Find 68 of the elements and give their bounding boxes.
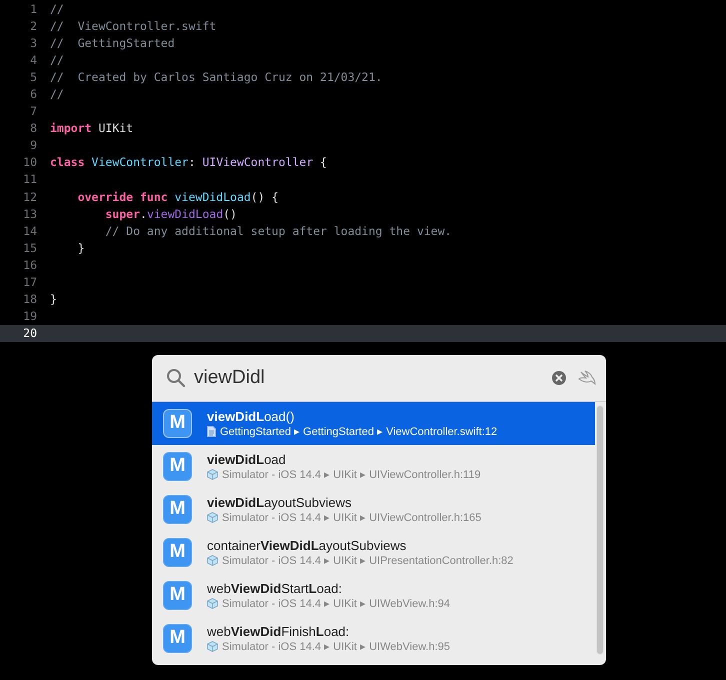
code-line: super.viewDidLoad()	[104, 206, 237, 223]
code-line: //	[50, 52, 64, 70]
result-title: webViewDidStartLoad:	[207, 580, 343, 596]
line-number: 18	[22, 290, 37, 308]
result-title: viewDidLoad	[207, 452, 287, 467]
result-title: viewDidLayoutSubviews	[207, 494, 353, 510]
line-number: 15	[22, 240, 37, 257]
result-location: Simulator - iOS 14.4 ▸ UIKit ▸ UIWebView.h:94	[222, 596, 450, 610]
result-row[interactable]: M viewDidLoad() GettingStarted ▸ GettingStarted ▸ ViewController.swift:12	[152, 402, 595, 445]
search-icon	[166, 368, 186, 388]
scrollbar[interactable]	[596, 404, 604, 655]
code-line: //	[50, 86, 64, 104]
search-field[interactable]: viewDidl	[194, 366, 544, 389]
result-location: Simulator - iOS 14.4 ▸ UIKit ▸ UIViewController.h:119	[222, 468, 481, 481]
code-line: }	[50, 290, 57, 308]
line-number: 9	[29, 137, 37, 154]
result-title: containerViewDidLayoutSubviews	[207, 538, 408, 553]
code-line: override func viewDidLoad() {	[76, 188, 278, 206]
line-number: 14	[22, 222, 37, 240]
code-line: // Do any additional setup after loading the view.	[104, 222, 452, 240]
line-number: 7	[29, 103, 37, 120]
method-icon: M	[163, 624, 192, 653]
line-number: 6	[29, 86, 37, 104]
line-number: 19	[22, 308, 37, 325]
line-number: 2	[29, 18, 37, 36]
result-location: Simulator - iOS 14.4 ▸ UIKit ▸ UIPresentationController.h:82	[222, 554, 514, 567]
code-line: //	[50, 1, 64, 18]
result-row[interactable]: M webViewDidFinishLoad: Simulator - iOS 14.4 ▸ UIKit ▸ UIWebView.h:95	[152, 616, 595, 660]
package-icon	[207, 468, 218, 480]
line-number: 17	[22, 274, 37, 291]
package-icon	[207, 640, 218, 652]
bird-icon[interactable]	[578, 370, 596, 386]
result-row[interactable]: M containerViewDidLayoutSubviews Simulator - iOS 14.4 ▸ UIKit ▸ UIPresentationController.h:82	[152, 530, 595, 574]
method-icon: M	[163, 494, 192, 524]
package-icon	[207, 554, 218, 566]
package-icon	[207, 512, 218, 523]
result-location: GettingStarted ▸ GettingStarted ▸ ViewController.swift:12	[220, 424, 498, 438]
code-line: import UIKit	[50, 120, 134, 138]
file-icon	[207, 426, 216, 437]
code-line: // GettingStarted	[50, 35, 175, 52]
result-row[interactable]: M viewDidLayoutSubviews Simulator - iOS 14.4 ▸ UIKit ▸ UIViewController.h:165	[152, 488, 595, 531]
result-title: viewDidLoad()	[207, 408, 296, 424]
line-number: 13	[22, 206, 37, 223]
line-number: 3	[29, 35, 37, 52]
code-line: // Created by Carlos Santiago Cruz on 21/03/21.	[50, 69, 382, 86]
code-line: // ViewController.swift	[50, 18, 216, 36]
line-number: 10	[22, 154, 37, 172]
result-location: Simulator - iOS 14.4 ▸ UIKit ▸ UIViewController.h:165	[222, 510, 482, 524]
result-location: Simulator - iOS 14.4 ▸ UIKit ▸ UIWebView.h:95	[222, 640, 450, 653]
line-number: 8	[29, 120, 37, 138]
line-number: 5	[29, 69, 37, 86]
method-icon: M	[163, 538, 192, 567]
code-line: class ViewController: UIViewController {	[50, 154, 327, 172]
result-row[interactable]: M webViewDidStartLoad: Simulator - iOS 14.4 ▸ UIKit ▸ UIWebView.h:94	[152, 574, 595, 617]
method-icon: M	[163, 452, 192, 481]
line-number: 1	[29, 1, 37, 18]
package-icon	[207, 598, 218, 609]
method-icon: M	[163, 408, 192, 438]
line-number: 4	[29, 52, 37, 70]
clear-icon[interactable]	[552, 370, 566, 385]
result-title: webViewDidFinishLoad:	[207, 624, 350, 639]
line-number: 16	[22, 256, 37, 274]
line-number: 12	[22, 188, 37, 206]
code-line: }	[76, 240, 85, 257]
line-number: 20	[22, 324, 37, 342]
result-row[interactable]: M viewDidLoad Simulator - iOS 14.4 ▸ UIKit ▸ UIViewController.h:119	[152, 444, 595, 488]
line-number: 11	[22, 171, 37, 188]
method-icon: M	[163, 580, 192, 610]
